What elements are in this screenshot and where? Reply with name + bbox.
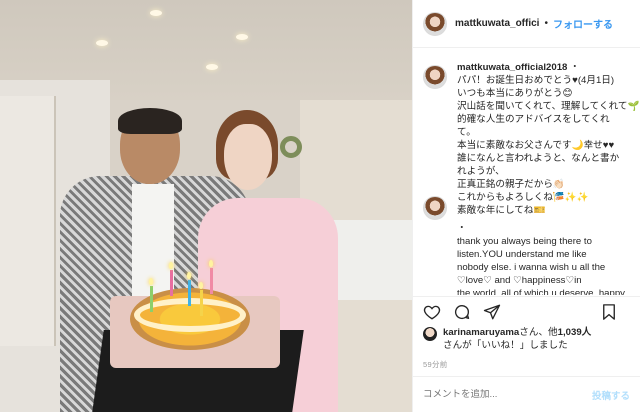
liker-avatar[interactable]: [423, 327, 437, 341]
bookmark-icon[interactable]: [600, 303, 618, 321]
ceiling-light: [206, 64, 218, 70]
share-icon[interactable]: [483, 303, 501, 321]
caption-text: mattkuwata_official2018 ・ パパ！お誕生日おめでとう♥(…: [457, 61, 639, 217]
photo-door: [0, 96, 56, 346]
ceiling-light: [96, 40, 108, 46]
liker-username[interactable]: karinamaruyama: [443, 327, 519, 338]
comment-line: ♡love♡ and ♡happiness♡in: [457, 275, 582, 286]
follow-button[interactable]: フォローする: [553, 16, 613, 31]
header-separator: •: [544, 18, 548, 29]
ceiling-light: [236, 34, 248, 40]
comment-box: 投稿する: [413, 376, 640, 412]
avatar[interactable]: [423, 196, 447, 220]
caption-line: パパ！お誕生日おめでとう♥(4月1日): [457, 75, 615, 86]
avatar[interactable]: [423, 65, 447, 89]
comment-line: thank you always being there to: [457, 236, 592, 247]
caption-line: 沢山話を聞いてくれて、理解してくれて🌱: [457, 101, 640, 112]
caption-line: いつも本当にありがとう😊: [457, 88, 573, 99]
ceiling-light: [150, 10, 162, 16]
heart-icon[interactable]: [423, 303, 441, 321]
caption-line: 正真正銘の親子だから👏🏻: [457, 179, 565, 190]
action-bar: [413, 296, 640, 326]
candle: [210, 268, 213, 294]
comment-text: ・ thank you always being there to listen…: [457, 222, 637, 295]
comment-icon[interactable]: [453, 303, 471, 321]
candle-flame: [169, 262, 173, 269]
avatar[interactable]: [423, 11, 447, 36]
caption-line: 素敵な年にしてね🎫: [457, 205, 546, 216]
comment-line: ・: [457, 223, 467, 234]
caption-line: これからもよろしくね🎏✨✨: [457, 192, 589, 203]
comment-input[interactable]: [423, 389, 592, 400]
caption-line: 本当に素敵なお父さんです🌙幸せ♥♥: [457, 140, 615, 151]
comment-line: the world. all of which u deserve. happy: [457, 288, 625, 295]
post-header: mattkuwata_offici • フォローする: [413, 0, 640, 48]
likes-summary: karinamaruyamaさん、他1,039人 さんが「いいね！」しました: [423, 326, 633, 352]
post-comment-button[interactable]: 投稿する: [592, 388, 630, 402]
post-photo[interactable]: [0, 0, 412, 412]
post-sidebar: mattkuwata_offici • フォローする mattkuwata_of…: [412, 0, 640, 412]
caption-line: 誰になんと言われようと、なんと書か: [457, 153, 620, 164]
candle: [200, 290, 203, 316]
candle: [150, 286, 153, 312]
candle-flame: [209, 260, 213, 267]
header-username[interactable]: mattkuwata_offici: [455, 18, 539, 29]
caption-line: れようが、: [457, 166, 505, 177]
likes-text-mid: さん、他: [519, 327, 558, 338]
candle: [170, 270, 173, 296]
instagram-post: mattkuwata_offici • フォローする mattkuwata_of…: [0, 0, 640, 412]
caption-block: mattkuwata_official2018 ・ パパ！お誕生日おめでとう♥(…: [423, 61, 639, 217]
caption-username[interactable]: mattkuwata_official2018: [457, 62, 567, 73]
comment-line: listen.YOU understand me like: [457, 249, 587, 260]
second-avatar[interactable]: [423, 196, 447, 220]
post-timestamp[interactable]: 59分前: [423, 359, 448, 370]
likes-text-end: さんが「いいね！」しました: [443, 340, 568, 351]
candle-flame: [149, 278, 153, 285]
comment-line: nobody else. i wanna wish u all the: [457, 262, 606, 273]
caption-line: て。: [457, 127, 476, 138]
candle-flame: [199, 282, 203, 289]
caption-line: 的確な人生のアドバイスをしてくれ: [457, 114, 610, 125]
likes-count[interactable]: 1,039人: [558, 327, 592, 338]
caption-separator: ・: [570, 62, 580, 73]
candle: [188, 280, 191, 306]
candle-flame: [187, 272, 191, 279]
